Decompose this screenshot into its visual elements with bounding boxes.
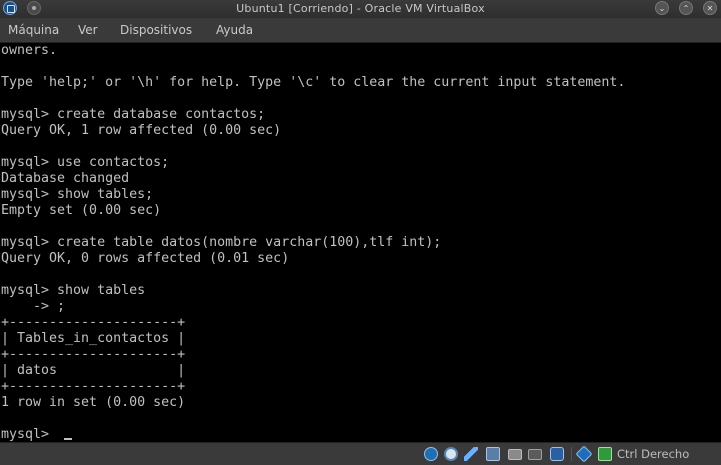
host-key-arrow-icon [598,447,612,461]
terminal-line: +---------------------+ [1,379,186,394]
maximize-button[interactable]: ⌃ [679,1,693,15]
usb-icon[interactable] [550,447,564,461]
terminal-line: | datos | [1,363,186,378]
terminal-line: mysql> show tables [1,283,146,298]
hard-disk-icon[interactable] [424,447,438,461]
terminal-line: -> ; [1,299,66,314]
terminal-line: mysql> show tables; [1,187,154,202]
terminal-line: Type 'help;' or '\h' for help. Type '\c'… [1,75,626,90]
status-divider [571,447,572,461]
terminal-line: 1 row in set (0.00 sec) [1,395,186,410]
display-icon[interactable] [528,449,542,460]
minimize-button[interactable]: ⌄ [655,1,669,15]
terminal-line: +---------------------+ [1,315,186,330]
menu-dispositivos[interactable]: Dispositivos [120,23,192,37]
terminal-line: Query OK, 1 row affected (0.00 sec) [1,123,282,138]
host-key-label: Ctrl Derecho [617,447,690,461]
cpu-icon[interactable] [575,445,593,463]
terminal-line: +---------------------+ [1,347,186,362]
guest-terminal-screen[interactable]: owners. Type 'help;' or '\h' for help. T… [0,43,721,442]
menu-ayuda[interactable]: Ayuda [216,23,253,37]
terminal-line: owners. [1,43,58,58]
menu-maquina[interactable]: Máquina [8,23,59,37]
terminal-prompt-line[interactable]: mysql> [1,427,57,442]
text-cursor [64,438,72,440]
terminal-line: Query OK, 0 rows affected (0.01 sec) [1,251,290,266]
status-bar: Ctrl Derecho [0,442,721,465]
shared-folder-icon[interactable] [508,449,522,460]
terminal-line: | Tables_in_contactos | [1,331,186,346]
close-button[interactable]: ✕ [703,1,717,15]
optical-drive-icon[interactable] [444,447,458,461]
terminal-line: Empty set (0.00 sec) [1,203,162,218]
menu-bar: Máquina Ver Dispositivos Ayuda [0,18,721,43]
window-title: Ubuntu1 [Corriendo] - Oracle VM VirtualB… [236,2,485,15]
terminal-line: mysql> use contactos; [1,155,170,170]
pen-icon[interactable] [464,447,478,461]
network-icon[interactable] [486,447,500,461]
menu-ver[interactable]: Ver [78,23,98,37]
window-titlebar: Ubuntu1 [Corriendo] - Oracle VM VirtualB… [0,0,721,18]
terminal-line: mysql> create table datos(nombre varchar… [1,235,442,250]
terminal-line: Database changed [1,171,130,186]
terminal-line: mysql> create database contactos; [1,107,266,122]
